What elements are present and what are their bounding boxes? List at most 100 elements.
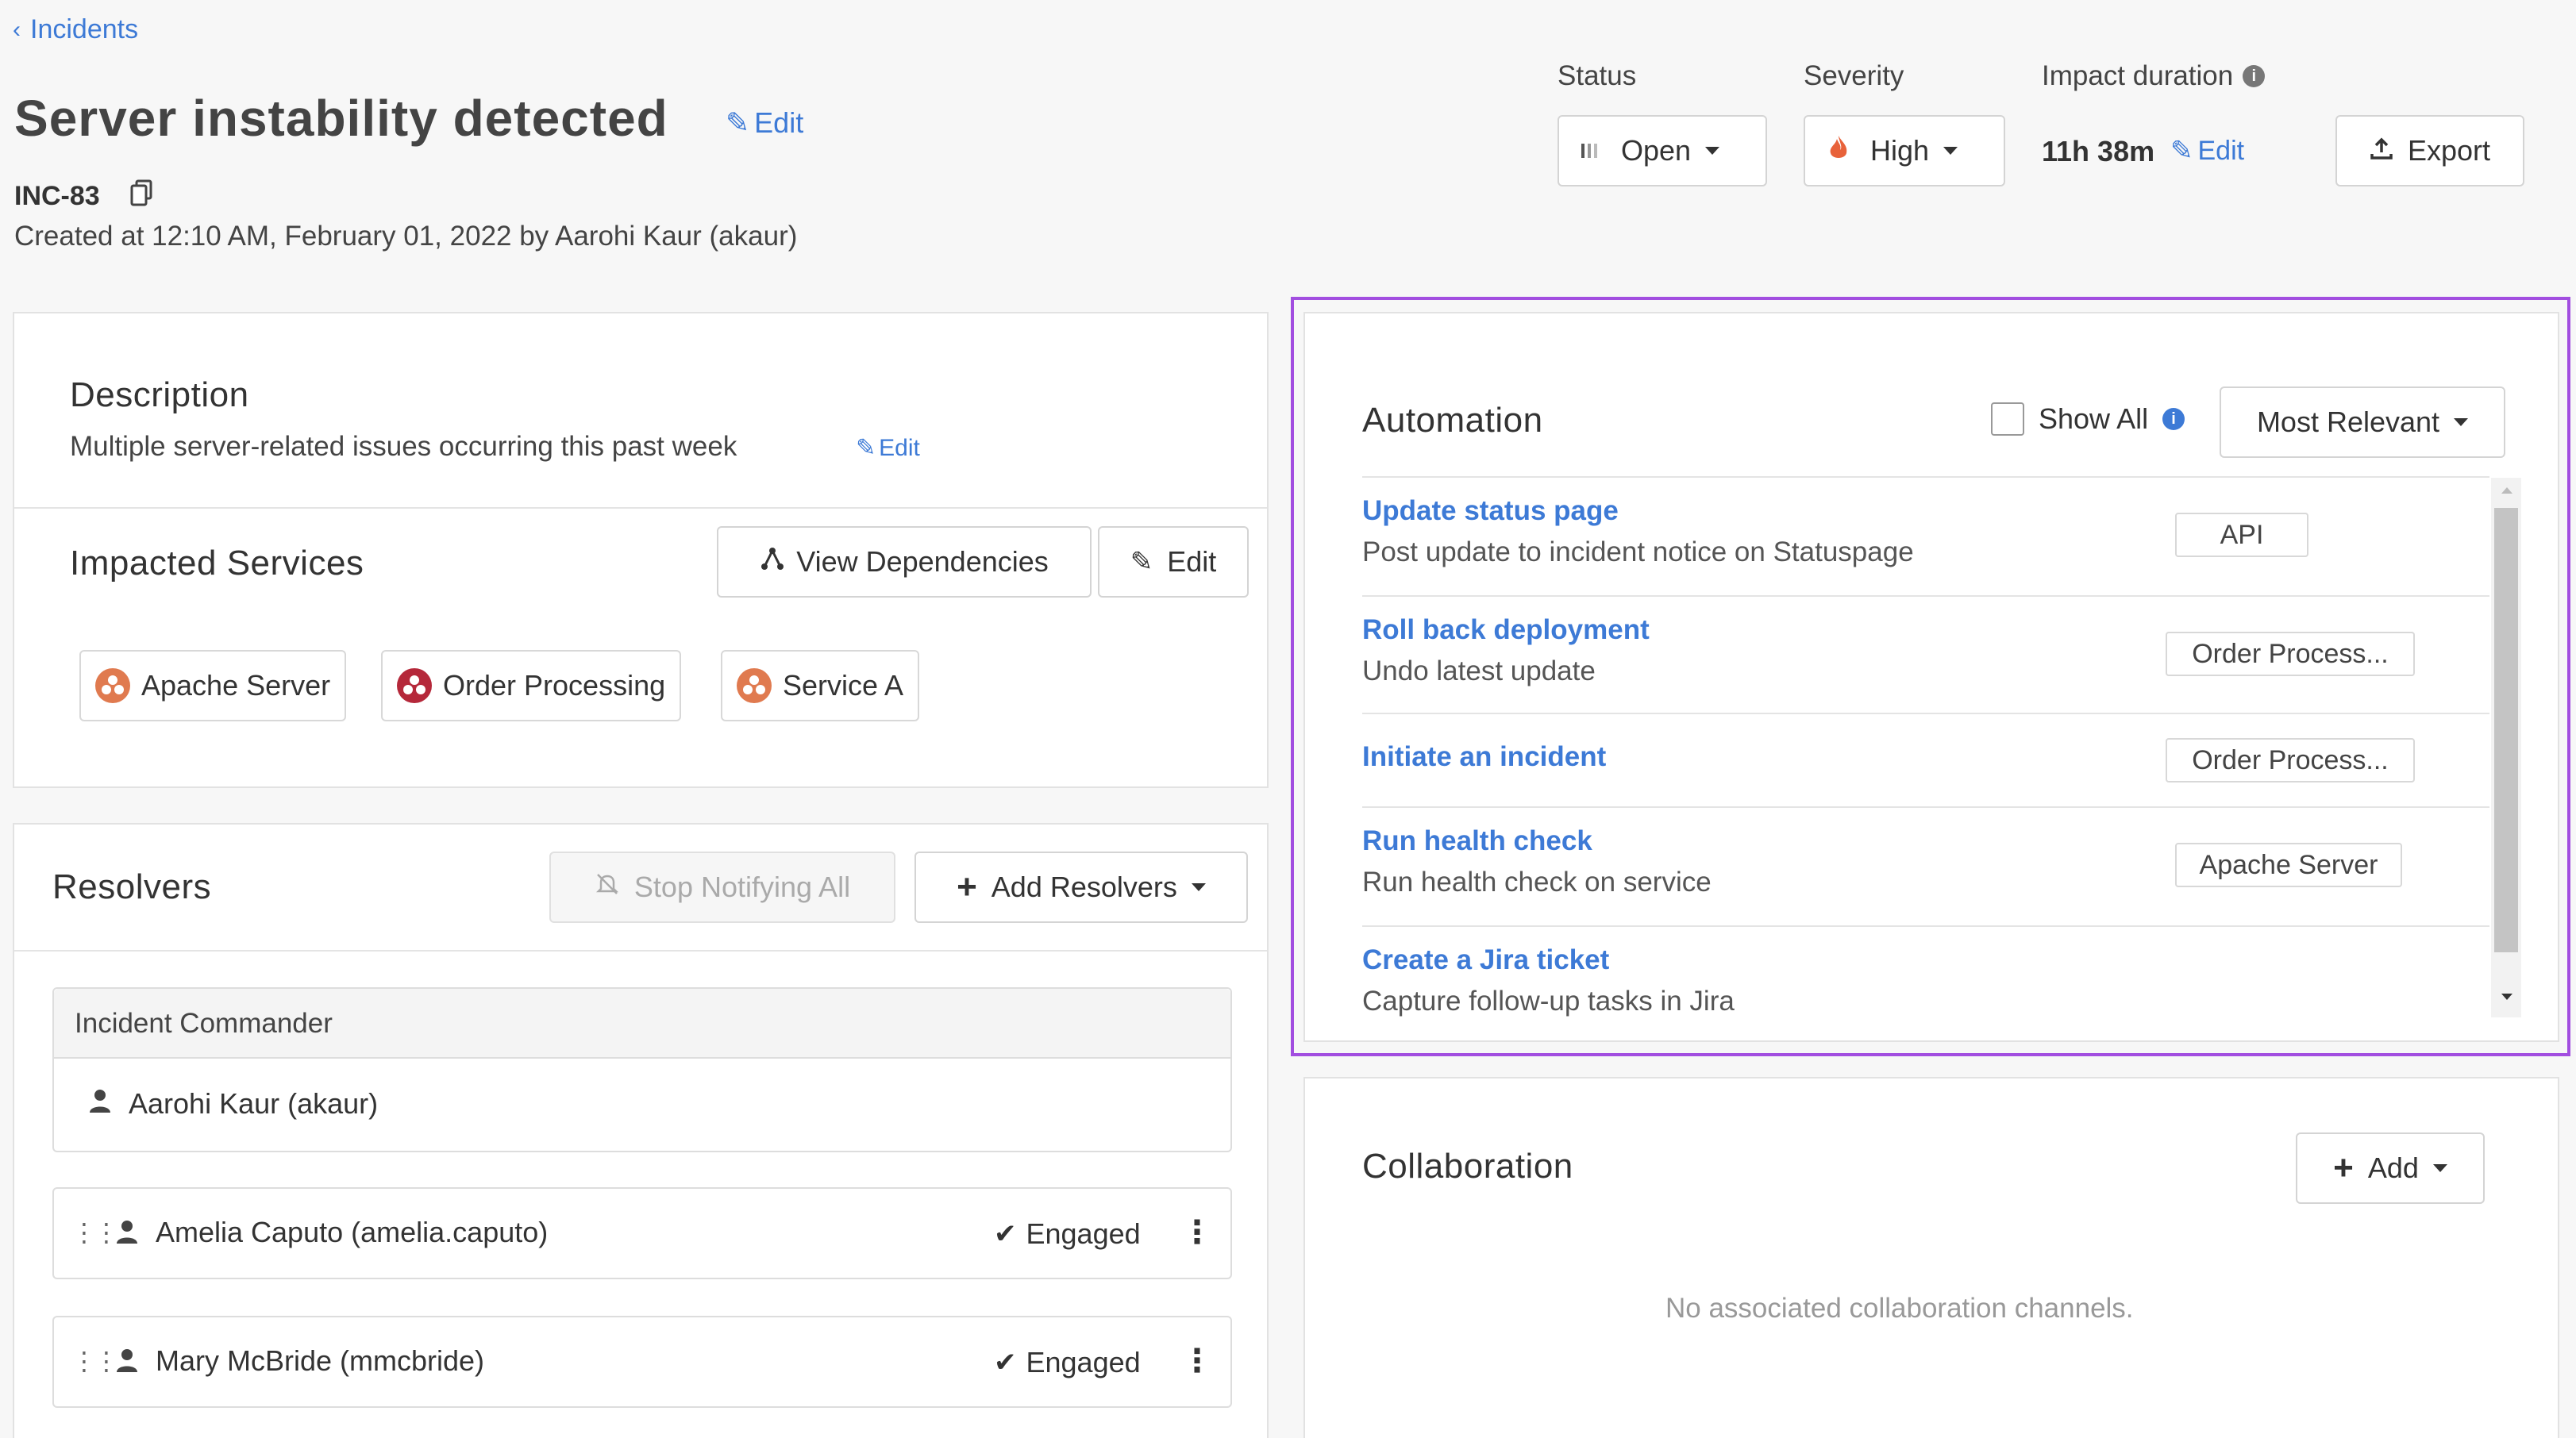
- breadcrumb-incidents-link[interactable]: Incidents: [30, 14, 138, 45]
- chevron-down-icon: [2454, 418, 2469, 426]
- automation-item-title[interactable]: Run health check: [1362, 825, 1592, 857]
- automation-title: Automation: [1362, 401, 1543, 440]
- scroll-up-icon[interactable]: [2501, 487, 2512, 494]
- automation-item[interactable]: Run health check Run health check on ser…: [1362, 808, 2489, 925]
- service-chip[interactable]: Service A: [721, 650, 920, 721]
- user-icon: [116, 1348, 138, 1377]
- automation-item-title[interactable]: Initiate an incident: [1362, 741, 1606, 773]
- collaboration-add-dropdown[interactable]: + Add: [2296, 1132, 2485, 1204]
- view-dependencies-button[interactable]: View Dependencies: [717, 526, 1092, 598]
- automation-item[interactable]: Roll back deployment Undo latest update …: [1362, 597, 2489, 713]
- title-edit-button[interactable]: ✎ Edit: [726, 106, 803, 140]
- scrollbar-thumb[interactable]: [2494, 508, 2518, 952]
- engaged-status: ✔ Engaged: [994, 1217, 1141, 1250]
- divider: [14, 507, 1267, 509]
- severity-label: Severity: [1804, 60, 1904, 91]
- pencil-icon: ✎: [1130, 547, 1153, 577]
- automation-item-title[interactable]: Update status page: [1362, 495, 1619, 527]
- breadcrumb[interactable]: ‹ Incidents: [13, 14, 138, 45]
- automation-item-title[interactable]: Roll back deployment: [1362, 614, 1650, 646]
- info-icon[interactable]: i: [2243, 65, 2266, 87]
- incident-commander-header: Incident Commander: [54, 989, 1230, 1059]
- flame-icon: [1827, 134, 1850, 168]
- network-icon: [760, 545, 785, 579]
- automation-item-tag: API: [2175, 513, 2308, 557]
- status-dropdown[interactable]: Open: [1558, 115, 1767, 186]
- automation-card: Automation Show All i Most Relevant Upda…: [1303, 312, 2559, 1042]
- more-options-icon[interactable]: ⋮: [1181, 1343, 1213, 1379]
- service-icon: [737, 668, 772, 703]
- commander-row[interactable]: Aarohi Kaur (akaur): [89, 1087, 378, 1121]
- impacted-edit-button[interactable]: ✎ Edit: [1098, 526, 1249, 598]
- collaboration-title: Collaboration: [1362, 1147, 1573, 1186]
- automation-item-desc: Post update to incident notice on Status…: [1362, 536, 1914, 567]
- service-icon: [397, 668, 432, 703]
- collaboration-empty-text: No associated collaboration channels.: [1665, 1293, 2134, 1324]
- drag-handle-icon[interactable]: ⋮⋮: [71, 1217, 119, 1248]
- copy-icon[interactable]: [130, 179, 154, 206]
- description-card: Description Multiple server-related issu…: [13, 312, 1269, 788]
- chevron-down-icon: [1705, 147, 1720, 155]
- scroll-down-icon[interactable]: [2501, 994, 2512, 1000]
- automation-item[interactable]: Create a Jira ticket Capture follow-up t…: [1362, 927, 2489, 1017]
- resolvers-title: Resolvers: [52, 867, 212, 906]
- pencil-icon: ✎: [2170, 136, 2193, 166]
- divider: [14, 950, 1267, 952]
- check-icon: ✔: [994, 1219, 1017, 1249]
- user-icon: [116, 1219, 138, 1248]
- drag-handle-icon[interactable]: ⋮⋮: [71, 1346, 119, 1376]
- check-icon: ✔: [994, 1348, 1017, 1378]
- automation-item[interactable]: Initiate an incident Order Process...: [1362, 714, 2489, 806]
- resolvers-card: Resolvers Stop Notifying All + Add Resol…: [13, 823, 1269, 1438]
- pencil-icon: ✎: [856, 435, 876, 461]
- plus-icon: +: [2333, 1148, 2354, 1187]
- export-button[interactable]: Export: [2335, 115, 2524, 186]
- bell-slash-icon: [595, 871, 620, 904]
- page-title: Server instability detected: [14, 90, 668, 147]
- automation-item-title[interactable]: Create a Jira ticket: [1362, 944, 1609, 976]
- scrollbar[interactable]: [2491, 478, 2521, 1017]
- incident-id: INC-83: [14, 181, 100, 211]
- service-icon: [95, 668, 130, 703]
- user-icon: [89, 1087, 111, 1121]
- more-options-icon[interactable]: ⋮: [1181, 1214, 1213, 1251]
- pencil-icon: ✎: [726, 106, 750, 139]
- plus-icon: +: [957, 867, 977, 906]
- impact-edit-button[interactable]: ✎ Edit: [2170, 135, 2244, 167]
- description-title: Description: [70, 375, 249, 414]
- collaboration-card: Collaboration + Add No associated collab…: [1303, 1077, 2559, 1438]
- automation-item-desc: Run health check on service: [1362, 867, 1712, 898]
- chevron-down-icon: [2432, 1164, 2447, 1172]
- service-chip[interactable]: Order Processing: [381, 650, 682, 721]
- resolver-row[interactable]: ⋮⋮ Mary McBride (mmcbride) ✔ Engaged ⋮: [52, 1316, 1232, 1408]
- impact-duration-value: 11h 38m: [2042, 135, 2155, 167]
- sort-dropdown[interactable]: Most Relevant: [2220, 386, 2505, 458]
- add-resolvers-dropdown[interactable]: + Add Resolvers: [914, 852, 1248, 923]
- automation-item[interactable]: Update status page Post update to incide…: [1362, 478, 2489, 595]
- status-bars-icon: [1581, 144, 1597, 158]
- show-all-toggle[interactable]: Show All i: [1991, 402, 2185, 436]
- upload-icon: [2370, 134, 2393, 167]
- impact-duration-label: Impact duration i: [2042, 60, 2266, 92]
- engaged-status: ✔ Engaged: [994, 1346, 1141, 1378]
- stop-notifying-all-button[interactable]: Stop Notifying All: [549, 852, 895, 923]
- chevron-left-icon: ‹: [13, 16, 21, 43]
- status-label: Status: [1558, 60, 1637, 91]
- automation-item-tag: Order Process...: [2166, 738, 2415, 782]
- chevron-down-icon: [1191, 883, 1206, 891]
- severity-dropdown[interactable]: High: [1804, 115, 2005, 186]
- automation-item-desc: Capture follow-up tasks in Jira: [1362, 986, 1735, 1017]
- description-text: Multiple server-related issues occurring…: [70, 431, 737, 462]
- automation-item-tag: Order Process...: [2166, 632, 2415, 676]
- incident-commander-box: Incident Commander Aarohi Kaur (akaur): [52, 987, 1232, 1152]
- resolver-row[interactable]: ⋮⋮ Amelia Caputo (amelia.caputo) ✔ Engag…: [52, 1187, 1232, 1279]
- created-info: Created at 12:10 AM, February 01, 2022 b…: [14, 221, 798, 252]
- service-chip[interactable]: Apache Server: [79, 650, 347, 721]
- automation-item-desc: Undo latest update: [1362, 656, 1596, 686]
- show-all-checkbox[interactable]: [1991, 402, 2024, 436]
- chevron-down-icon: [1943, 147, 1958, 155]
- info-icon[interactable]: i: [2162, 408, 2185, 430]
- automation-item-tag: Apache Server: [2175, 843, 2402, 887]
- automation-list[interactable]: Update status page Post update to incide…: [1362, 478, 2521, 1017]
- description-edit-button[interactable]: ✎ Edit: [856, 434, 920, 462]
